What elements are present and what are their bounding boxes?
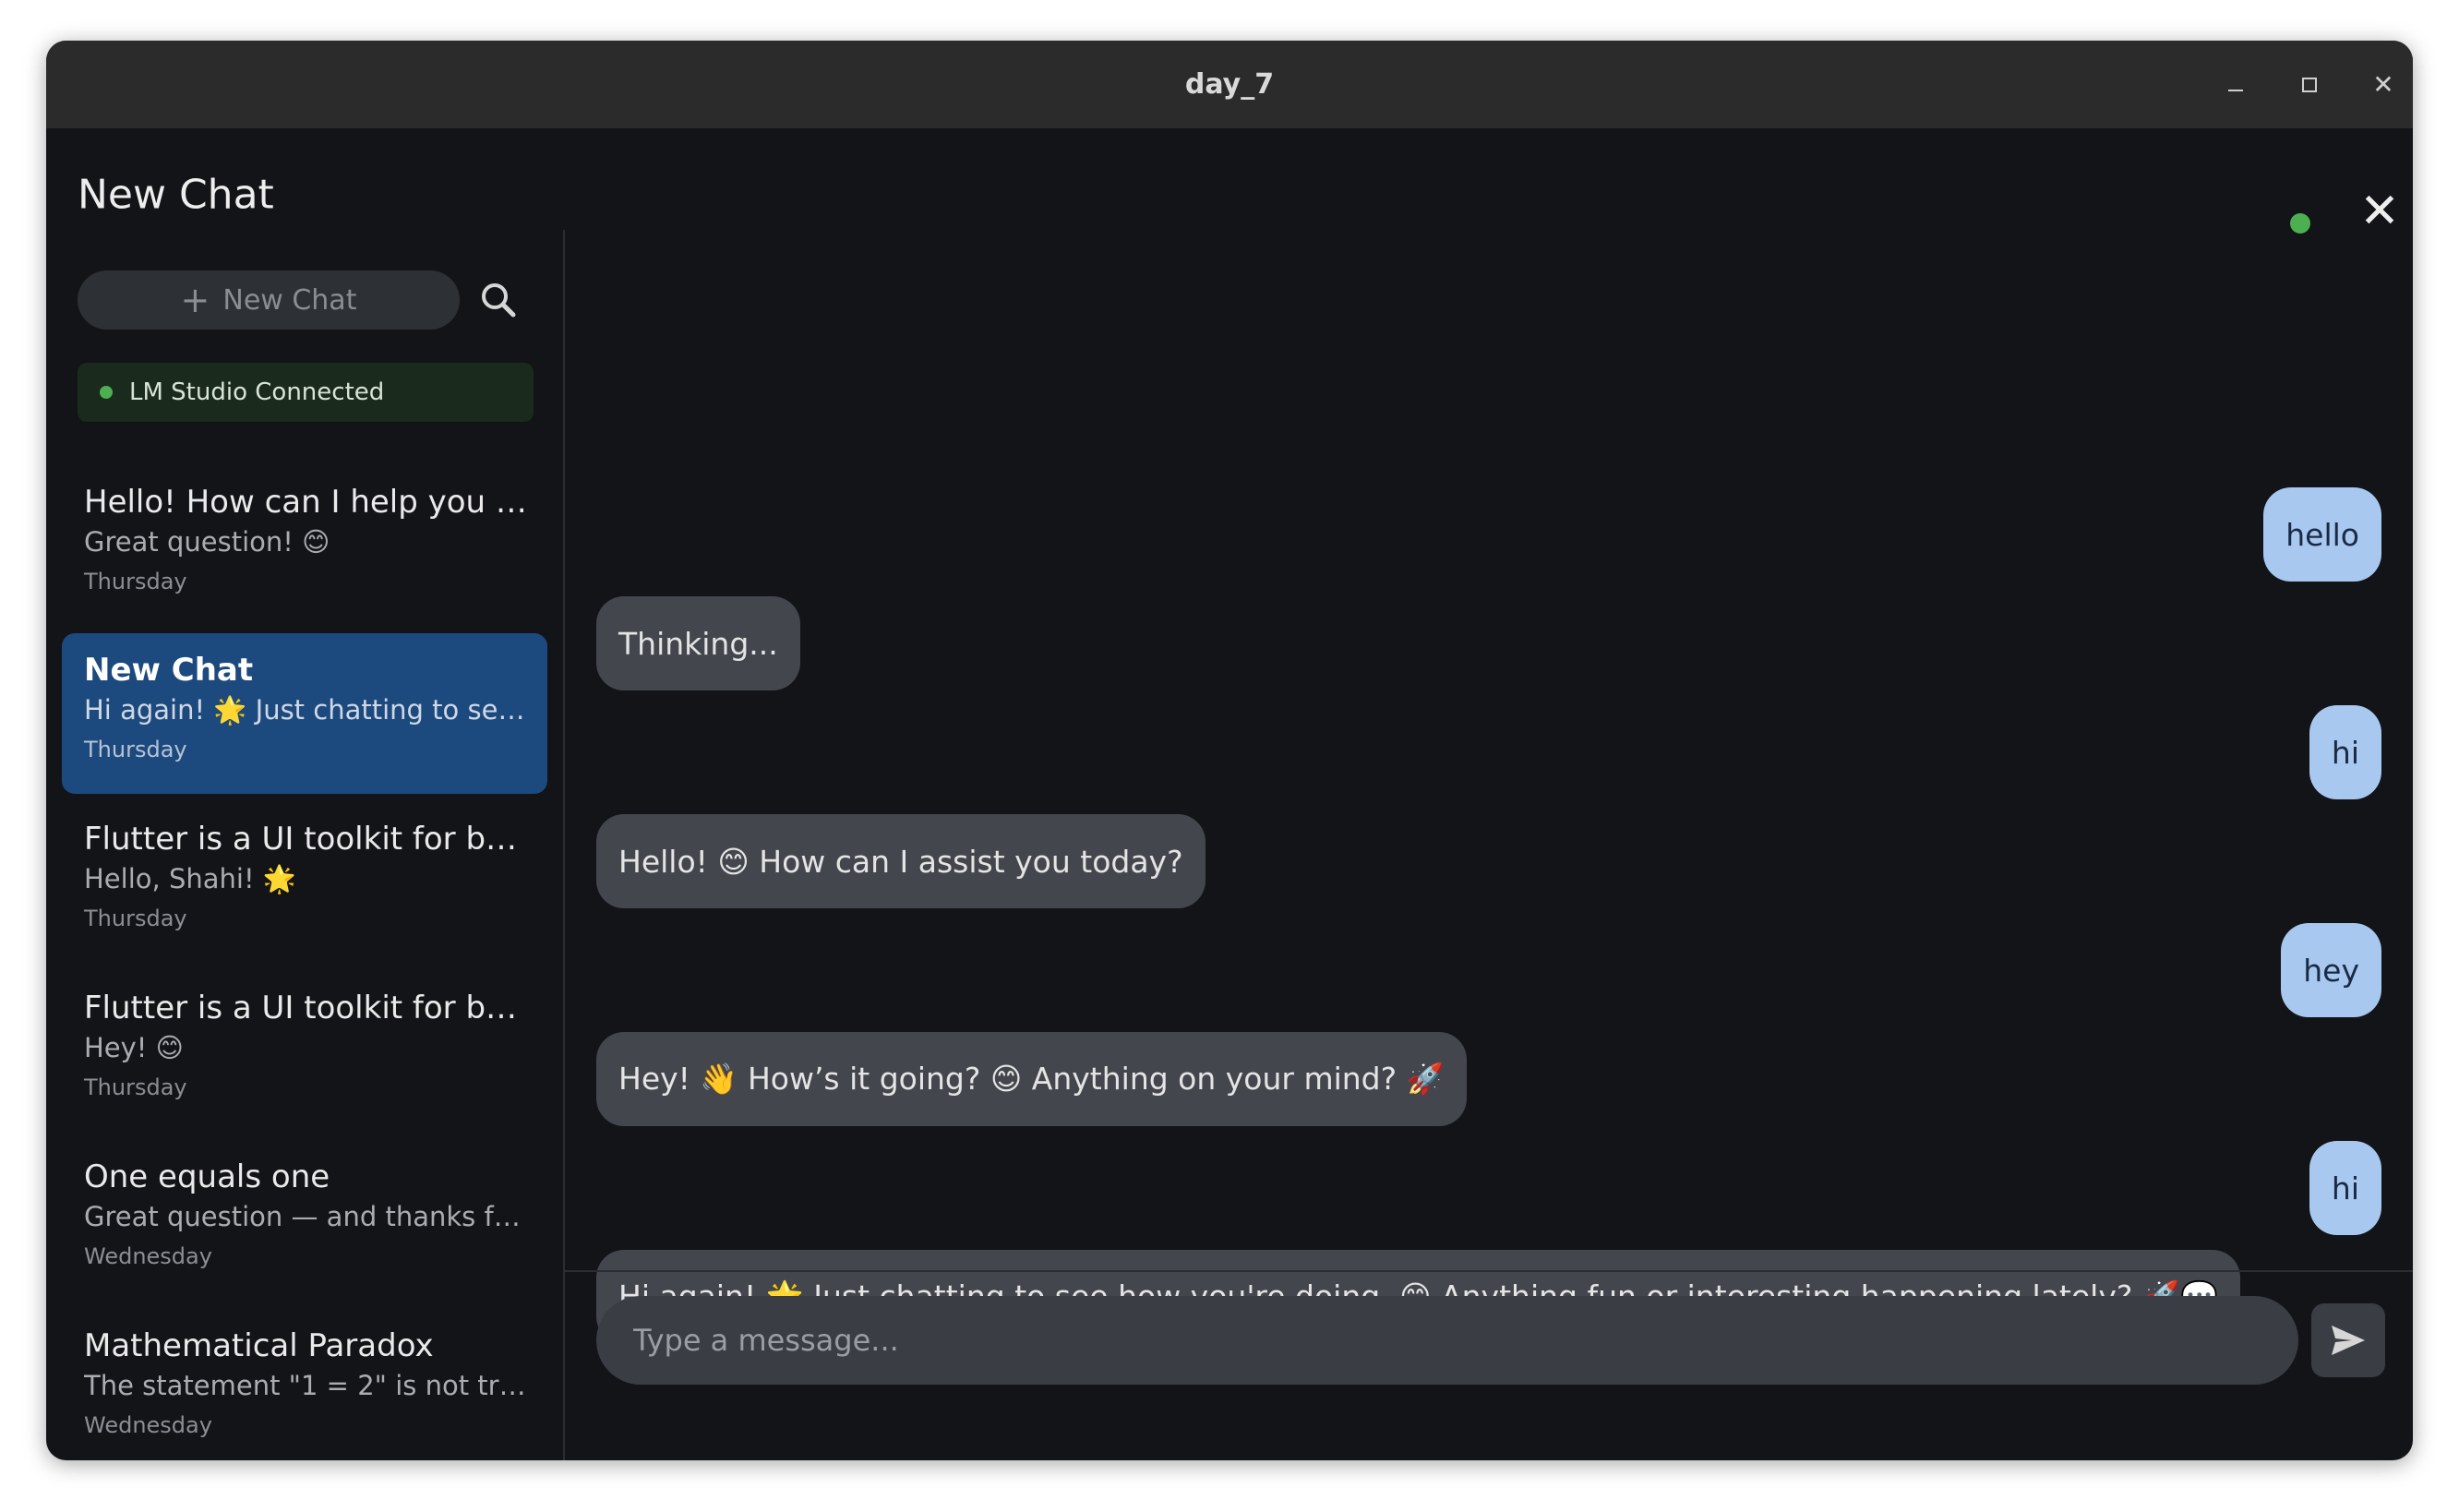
- conversation-item[interactable]: Hello! How can I help you tod… Great que…: [62, 465, 547, 626]
- user-message: hey: [2281, 923, 2381, 1017]
- maximize-button[interactable]: [2293, 68, 2326, 102]
- close-chat-button[interactable]: ✕: [2356, 187, 2404, 235]
- user-message: hi: [2309, 705, 2381, 799]
- title-bar[interactable]: day_7 ✕: [46, 41, 2413, 128]
- window-close-button[interactable]: ✕: [2367, 68, 2400, 102]
- conversation-date: Thursday: [84, 1074, 187, 1100]
- send-button[interactable]: [2311, 1303, 2385, 1377]
- message-composer[interactable]: [596, 1296, 2298, 1385]
- lm-status-label: LM Studio Connected: [129, 378, 385, 406]
- app-header: New Chat ✕: [46, 128, 2413, 236]
- conversation-title: Flutter is a UI toolkit for buil…: [84, 821, 536, 858]
- conversation-item[interactable]: One equals one Great question — and than…: [62, 1140, 547, 1301]
- message-input[interactable]: [633, 1323, 2298, 1358]
- user-message: hello: [2263, 487, 2381, 582]
- conversation-preview: Great question — and thanks for a…: [84, 1201, 536, 1232]
- user-message: hi: [2309, 1141, 2381, 1235]
- conversation-preview: Hello, Shahi! 🌟: [84, 863, 296, 894]
- minimize-button[interactable]: [2219, 68, 2252, 102]
- search-icon: [482, 283, 516, 318]
- composer-divider: [565, 1270, 2413, 1272]
- conversation-date: Wednesday: [84, 1243, 212, 1269]
- assistant-message: Hello! 😊 How can I assist you today?: [596, 814, 1206, 908]
- search-button[interactable]: [476, 278, 521, 322]
- chat-message-area[interactable]: hello Thinking... hi Hello! 😊 How can I …: [565, 230, 2413, 1344]
- sidebar: + New Chat LM Studio Connected Hello! Ho…: [46, 230, 565, 1460]
- plus-icon: +: [180, 280, 210, 320]
- new-chat-label: New Chat: [222, 283, 357, 317]
- conversation-preview: Great question! 😊: [84, 526, 330, 558]
- conversation-title: New Chat: [84, 652, 254, 689]
- assistant-message: Hey! 👋 How’s it going? 😊 Anything on you…: [596, 1032, 1467, 1126]
- minimize-icon: [2228, 90, 2243, 91]
- connected-dot-icon: [100, 386, 113, 399]
- assistant-message: Thinking...: [596, 596, 800, 690]
- app-window: day_7 ✕ New Chat ✕ + New Chat LM Studio …: [46, 41, 2413, 1460]
- conversation-title: Flutter is a UI toolkit for buil…: [84, 990, 536, 1026]
- conversation-date: Thursday: [84, 906, 187, 931]
- conversation-date: Wednesday: [84, 1412, 212, 1438]
- lm-studio-status-badge: LM Studio Connected: [78, 363, 534, 422]
- conversation-title: Mathematical Paradox: [84, 1327, 434, 1364]
- close-icon: ✕: [2372, 69, 2394, 100]
- new-chat-button[interactable]: + New Chat: [78, 270, 460, 330]
- conversation-item-active[interactable]: New Chat Hi again! 🌟 Just chatting to se…: [62, 633, 547, 794]
- conversation-preview: Hey! 😊: [84, 1032, 184, 1063]
- conversation-date: Thursday: [84, 737, 187, 762]
- conversation-item[interactable]: Flutter is a UI toolkit for buil… Hey! 😊…: [62, 971, 547, 1132]
- window-title: day_7: [1184, 68, 1275, 101]
- maximize-icon: [2302, 78, 2317, 92]
- conversation-title: One equals one: [84, 1158, 330, 1195]
- conversation-date: Thursday: [84, 569, 187, 594]
- conversation-item[interactable]: Mathematical Paradox The statement "1 = …: [62, 1309, 547, 1460]
- conversation-preview: The statement "1 = 2" is not true i…: [84, 1370, 536, 1401]
- send-icon: [2332, 1326, 2365, 1355]
- conversation-preview: Hi again! 🌟 Just chatting to see h…: [84, 694, 536, 726]
- conversation-item[interactable]: Flutter is a UI toolkit for buil… Hello,…: [62, 802, 547, 963]
- page-title: New Chat: [78, 171, 274, 219]
- conversation-title: Hello! How can I help you tod…: [84, 484, 536, 521]
